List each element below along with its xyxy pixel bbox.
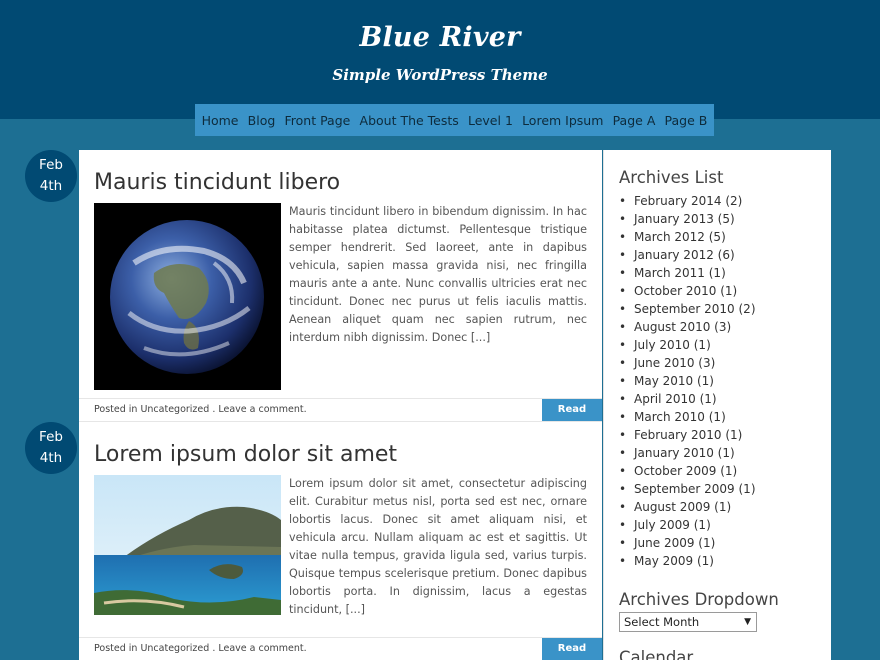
posted-in-label: Posted in [94, 404, 141, 415]
coast-image [94, 475, 281, 615]
date-month: Feb [39, 157, 63, 173]
archive-item[interactable]: • June 2009 (1) [619, 534, 756, 552]
archives-month-select[interactable]: Select Month ▼ [619, 612, 757, 632]
nav-item-home[interactable]: Home [202, 113, 239, 128]
post-meta: Posted in Uncategorized . Leave a commen… [94, 404, 307, 415]
date-month: Feb [39, 429, 63, 445]
archive-item[interactable]: • July 2009 (1) [619, 516, 756, 534]
category-link[interactable]: Uncategorized [140, 404, 209, 415]
date-day: 4th [39, 178, 63, 194]
archive-item[interactable]: • October 2010 (1) [619, 282, 756, 300]
post-thumbnail-earth[interactable] [94, 203, 281, 390]
archive-item[interactable]: • March 2011 (1) [619, 264, 756, 282]
archive-item[interactable]: • June 2010 (3) [619, 354, 756, 372]
nav-item-lorem-ipsum[interactable]: Lorem Ipsum [522, 113, 603, 128]
archive-item[interactable]: • January 2013 (5) [619, 210, 756, 228]
post-list: Mauris tincidunt libero Mauris tincidunt… [79, 150, 602, 660]
post-footer: Posted in Uncategorized . Leave a commen… [79, 637, 602, 660]
nav-item-page-a[interactable]: Page A [613, 113, 656, 128]
earth-image [94, 203, 281, 390]
post-meta: Posted in Uncategorized . Leave a commen… [94, 643, 307, 654]
archive-item[interactable]: • July 2010 (1) [619, 336, 756, 354]
archive-item[interactable]: • September 2010 (2) [619, 300, 756, 318]
nav-item-about-the-tests[interactable]: About The Tests [360, 113, 459, 128]
archive-item[interactable]: • January 2012 (6) [619, 246, 756, 264]
archive-item[interactable]: • March 2010 (1) [619, 408, 756, 426]
nav-item-page-b[interactable]: Page B [665, 113, 708, 128]
date-day: 4th [39, 450, 63, 466]
archive-item[interactable]: • August 2010 (3) [619, 318, 756, 336]
site-title[interactable]: Blue River [0, 22, 880, 53]
nav-item-level-1[interactable]: Level 1 [468, 113, 513, 128]
archive-item[interactable]: • April 2010 (1) [619, 390, 756, 408]
category-link[interactable]: Uncategorized [140, 643, 209, 654]
posted-in-label: Posted in [94, 643, 141, 654]
post-footer: Posted in Uncategorized . Leave a commen… [79, 398, 602, 437]
main-nav: Home Blog Front Page About The Tests Lev… [195, 104, 714, 136]
post-title[interactable]: Mauris tincidunt libero [94, 170, 340, 195]
archive-item[interactable]: • October 2009 (1) [619, 462, 756, 480]
read-more-button[interactable]: Read more [542, 638, 602, 660]
post-date-badge: Feb 4th [25, 422, 77, 474]
leave-comment-link[interactable]: Leave a comment. [218, 643, 306, 654]
dropdown-arrow-icon: ▼ [744, 617, 751, 627]
nav-item-blog[interactable]: Blog [248, 113, 276, 128]
archives-list: • February 2014 (2) • January 2013 (5) • Ma… [619, 192, 756, 570]
calendar-widget-title: Calendar [619, 648, 694, 660]
archive-item[interactable]: • March 2012 (5) [619, 228, 756, 246]
post-thumbnail-coast[interactable] [94, 475, 281, 615]
archive-item[interactable]: • August 2009 (1) [619, 498, 756, 516]
archive-item[interactable]: • September 2009 (1) [619, 480, 756, 498]
leave-comment-link[interactable]: Leave a comment. [218, 404, 306, 415]
archive-item[interactable]: • February 2014 (2) [619, 192, 756, 210]
site-description: Simple WordPress Theme [332, 66, 548, 84]
post-excerpt: Mauris tincidunt libero in bibendum dign… [289, 205, 587, 344]
select-value: Select Month [624, 615, 700, 629]
nav-item-front-page[interactable]: Front Page [284, 113, 350, 128]
archive-item[interactable]: • May 2009 (1) [619, 552, 756, 570]
archives-list-title: Archives List [619, 168, 724, 187]
archive-item[interactable]: • January 2010 (1) [619, 444, 756, 462]
post-excerpt: Lorem ipsum dolor sit amet, consectetur … [289, 477, 587, 616]
read-more-button[interactable]: Read more [542, 399, 602, 437]
site-header: Blue River Simple WordPress Theme [0, 0, 880, 119]
post-date-badge: Feb 4th [25, 150, 77, 202]
archive-item[interactable]: • February 2010 (1) [619, 426, 756, 444]
archive-item[interactable]: • May 2010 (1) [619, 372, 756, 390]
archives-dropdown-title: Archives Dropdown [619, 590, 779, 609]
sidebar: Archives List • February 2014 (2) • Januar… [603, 150, 831, 660]
post-title[interactable]: Lorem ipsum dolor sit amet [94, 442, 397, 467]
